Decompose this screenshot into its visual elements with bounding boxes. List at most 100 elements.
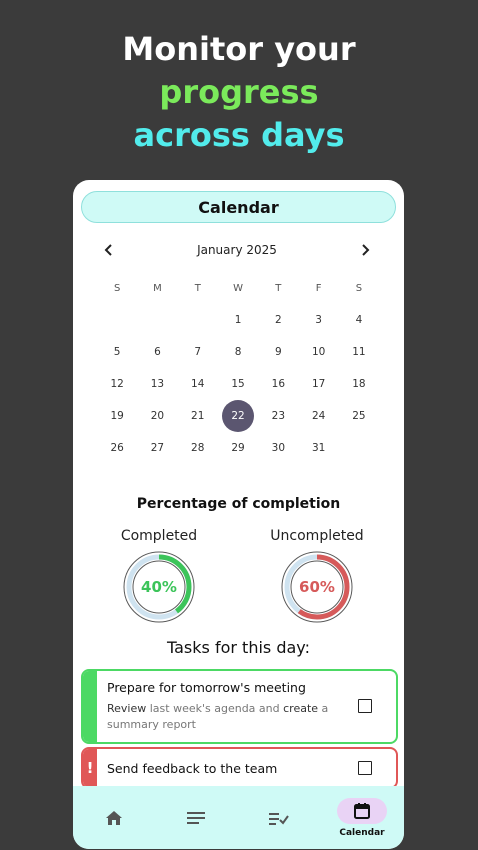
priority-flag: ! [86, 759, 94, 777]
calendar-day[interactable]: 19 [101, 400, 133, 432]
task-card[interactable]: Prepare for tomorrow's meeting Review la… [81, 669, 398, 744]
headline-line-2: progress [159, 73, 319, 111]
calendar-grid: S M T W T F S 1 2 3 4 5 6 7 8 9 10 11 12 13 14 15 16 17 18 19 20 21… [97, 272, 379, 464]
next-month-button[interactable] [353, 238, 377, 262]
calendar-day[interactable]: 14 [182, 368, 214, 400]
calendar-day[interactable]: 15 [222, 368, 254, 400]
calendar-day-cell: 1 [218, 304, 258, 336]
calendar-day[interactable]: 28 [182, 432, 214, 464]
calendar-blank-cell [178, 304, 218, 336]
nav-active-indicator [337, 797, 387, 824]
calendar-day[interactable]: 18 [343, 368, 375, 400]
calendar-day-selected[interactable]: 22 [222, 400, 255, 432]
calendar-day[interactable]: 4 [343, 304, 375, 336]
calendar-day-cell: 18 [339, 368, 379, 400]
calendar-day-cell: 21 [178, 400, 218, 432]
calendar-day-cell: 7 [178, 336, 218, 368]
task-title: Prepare for tomorrow's meeting [107, 680, 306, 695]
calendar-day-cell: 4 [339, 304, 379, 336]
task-card[interactable]: ! Send feedback to the team [81, 747, 398, 789]
completed-label: Completed [120, 528, 198, 544]
previous-month-button[interactable] [97, 238, 121, 262]
calendar-day-cell: 30 [258, 432, 298, 464]
weekday-header: M [153, 282, 162, 294]
calendar-day-cell: 15 [218, 368, 258, 400]
task-checkbox[interactable] [358, 699, 372, 713]
calendar-day[interactable]: 12 [101, 368, 133, 400]
calendar-day-cell: 20 [137, 400, 177, 432]
nav-home[interactable] [73, 786, 155, 849]
uncompleted-label: Uncompleted [270, 528, 364, 544]
nav-calendar-label: Calendar [339, 827, 385, 838]
weekday-header: F [315, 282, 322, 294]
calendar-day-cell: 28 [178, 432, 218, 464]
calendar-day[interactable]: 2 [262, 304, 294, 336]
calendar-day[interactable]: 29 [222, 432, 254, 464]
calendar-day-cell: 22 [218, 400, 258, 432]
weekday-header: T [275, 282, 282, 294]
calendar-day[interactable]: 1 [222, 304, 254, 336]
calendar-day[interactable]: 21 [182, 400, 214, 432]
calendar-day-cell: 17 [298, 368, 338, 400]
uncompleted-ring: 60% [280, 550, 354, 624]
tasks-title: Tasks for this day: [167, 638, 310, 657]
calendar-day-cell: 14 [178, 368, 218, 400]
calendar-title: Calendar [81, 191, 396, 223]
weekday-header: S [113, 282, 121, 294]
calendar-day-cell: 27 [137, 432, 177, 464]
task-description: Review last week's agenda and create a s… [107, 702, 329, 731]
uncompleted-value: 60% [299, 578, 335, 596]
nav-notes[interactable] [155, 786, 237, 849]
calendar-day-cell: 19 [97, 400, 137, 432]
calendar-day[interactable]: 13 [141, 368, 173, 400]
calendar-day[interactable]: 24 [303, 400, 335, 432]
nav-calendar[interactable]: Calendar [321, 786, 403, 849]
calendar-day-cell: 11 [339, 336, 379, 368]
calendar-day[interactable]: 23 [262, 400, 294, 432]
calendar-day[interactable]: 7 [182, 336, 214, 368]
calendar-day-cell: 10 [298, 336, 338, 368]
calendar-day[interactable]: 20 [141, 400, 173, 432]
calendar-day[interactable]: 9 [262, 336, 294, 368]
calendar-day-cell: 13 [137, 368, 177, 400]
calendar-day[interactable]: 5 [101, 336, 133, 368]
calendar-day-cell: 24 [298, 400, 338, 432]
calendar-day[interactable]: 3 [303, 304, 335, 336]
calendar-blank-cell [97, 304, 137, 336]
calendar-day[interactable]: 25 [343, 400, 375, 432]
calendar-day-cell: 16 [258, 368, 298, 400]
uncompleted-stat: Uncompleted 60% [257, 528, 377, 624]
completed-value: 40% [141, 578, 177, 596]
calendar-day[interactable]: 8 [222, 336, 254, 368]
chevron-right-icon [362, 244, 370, 256]
calendar-day-cell: 9 [258, 336, 298, 368]
home-icon [106, 810, 122, 825]
weekday-header: S [355, 282, 363, 294]
completed-stat: Completed 40% [99, 528, 219, 624]
month-navigation: January 2025 [97, 238, 377, 262]
headline-line-3: across days [133, 116, 345, 154]
nav-checklist[interactable] [238, 786, 320, 849]
weekday-header: W [233, 282, 243, 294]
calendar-blank-cell [137, 304, 177, 336]
calendar-day[interactable]: 26 [101, 432, 133, 464]
calendar-day[interactable]: 6 [141, 336, 173, 368]
bottom-navigation: Calendar [73, 786, 404, 849]
calendar-day[interactable]: 30 [262, 432, 294, 464]
calendar-day[interactable]: 17 [303, 368, 335, 400]
calendar-day[interactable]: 16 [262, 368, 294, 400]
calendar-day-cell: 31 [298, 432, 338, 464]
calendar-day-cell: 26 [97, 432, 137, 464]
headline-line-1: Monitor your [122, 30, 356, 68]
task-title: Send feedback to the team [107, 761, 278, 776]
calendar-day[interactable]: 27 [141, 432, 173, 464]
task-checkbox[interactable] [358, 761, 372, 775]
calendar-day[interactable]: 11 [343, 336, 375, 368]
calendar-day[interactable]: 10 [303, 336, 335, 368]
calendar-day-cell: 8 [218, 336, 258, 368]
calendar-day-cell: 6 [137, 336, 177, 368]
calendar-day[interactable]: 31 [303, 432, 335, 464]
headline: Monitor your progress across days [0, 28, 478, 157]
calendar-day-cell: 2 [258, 304, 298, 336]
month-label: January 2025 [197, 243, 277, 257]
